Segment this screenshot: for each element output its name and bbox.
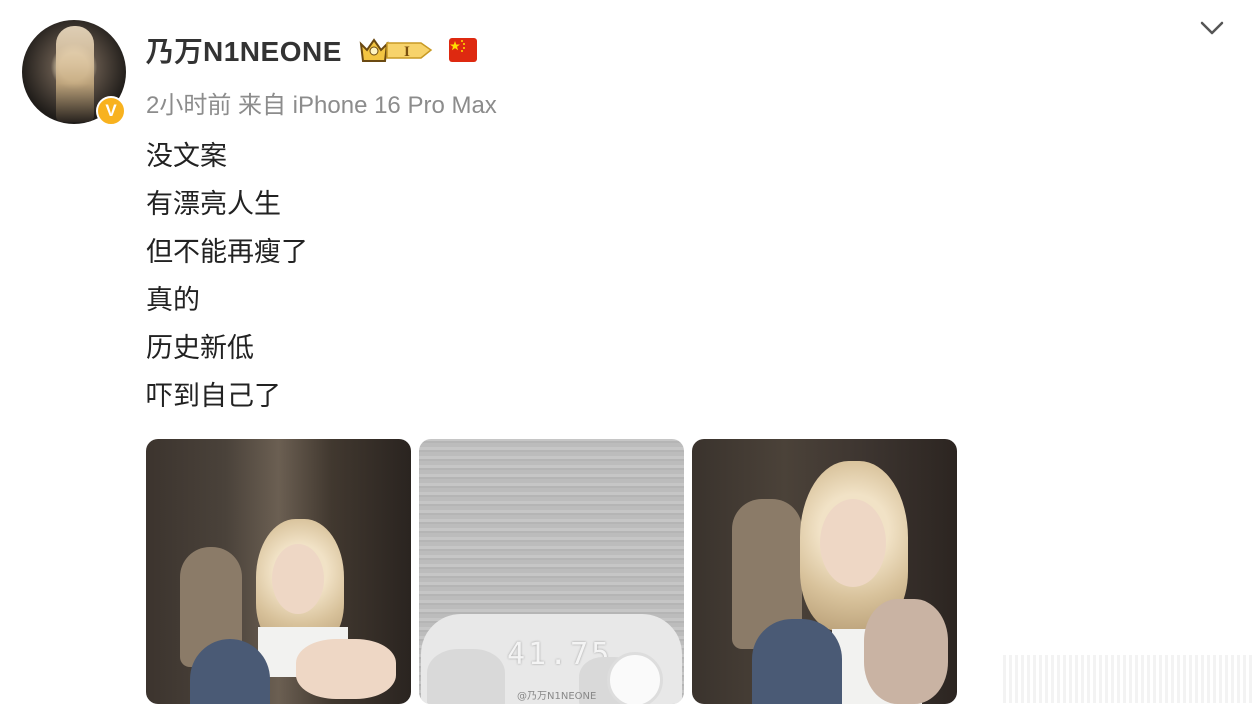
level-text: I [404,44,410,60]
face-shape [272,544,324,614]
photo-3[interactable] [692,439,957,704]
tattooed-arm-shape [864,599,948,704]
avatar-figure [56,26,94,122]
china-flag-icon [449,38,477,62]
crown-level-badge-icon[interactable]: I [357,34,433,66]
scale-knob [607,652,663,704]
photo-2-scale[interactable]: 41.75 @乃万N1NEONE [419,439,684,704]
post-text-line: 吓到自己了 [146,381,281,412]
post-meta: 2小时前 来自 iPhone 16 Pro Max [146,92,497,119]
foot-shape [427,649,505,704]
photo-1[interactable] [146,439,411,704]
post-text-line: 真的 [146,285,200,316]
author-name[interactable]: 乃万N1NEONE [146,30,342,70]
watermark: @乃万N1NEONE [517,691,597,702]
hand-shape [296,639,396,699]
post-text-line: 历史新低 [146,333,254,364]
truncated-content-fade [1000,655,1252,703]
post-text-line: 没文案 [146,141,227,172]
chevron-down-icon[interactable] [1198,16,1226,40]
post-text-line: 但不能再瘦了 [146,237,308,268]
post-text-line: 有漂亮人生 [146,189,281,220]
post-text: 没文案 有漂亮人生 但不能再瘦了 真的 历史新低 吓到自己了 [146,133,308,421]
jeans-shape [752,619,842,704]
verified-badge-icon: V [96,96,126,126]
face-shape [820,499,886,587]
